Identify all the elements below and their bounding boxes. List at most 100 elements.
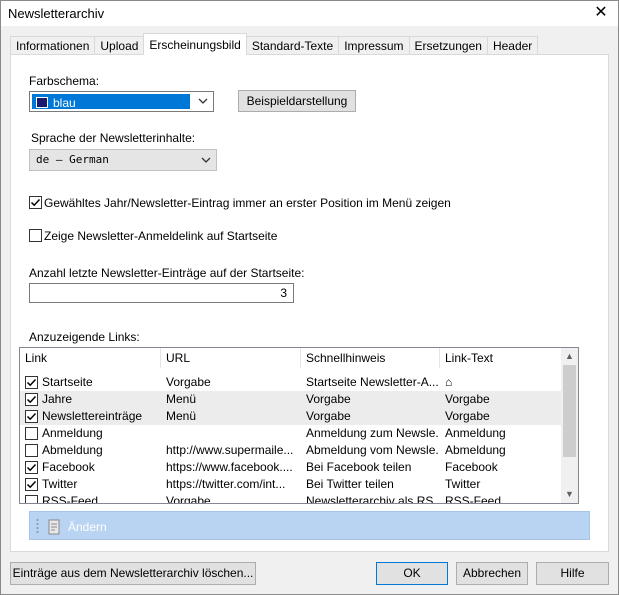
tab-bar: Informationen Upload Erscheinungsbild St… [10,33,539,55]
help-button[interactable]: Hilfe [536,562,609,585]
scrollbar-thumb[interactable] [563,365,576,457]
table-row[interactable]: Startseite Vorgabe Startseite Newsletter-A… [20,374,561,391]
cell-link: Abmeldung [42,443,103,457]
checkmark-icon [30,198,41,207]
beispieldarstellung-button[interactable]: Beispieldarstellung [238,90,356,112]
cell-hint: Bei Twitter teilen [306,477,394,491]
toolbar-grip[interactable] [36,518,39,535]
farbschema-label: Farbschema: [29,74,100,88]
signup-link-checkbox[interactable] [29,229,42,242]
cell-link-text: Abmeldung [445,443,506,457]
table-row[interactable]: Anmeldung Anmeldung zum Newsle... Anmeldun… [20,425,561,442]
signup-link-label: Zeige Newsletter-Anmeldelink auf Startse… [44,229,278,243]
cell-link-text: Facebook [445,460,498,474]
cell-url: Vorgabe [166,375,211,389]
anzahl-label: Anzahl letzte Newsletter-Einträge auf de… [29,266,305,280]
vertical-scrollbar[interactable]: ▲ ▼ [561,348,578,503]
cell-url: http://www.supermaile... [166,443,294,457]
links-list-header: Link URL Schnellhinweis Link-Text [20,348,561,368]
cell-hint: Anmeldung zum Newsle... [306,426,438,440]
cell-link: RSS-Feed [42,494,99,504]
row-checkbox[interactable] [25,376,38,389]
table-row[interactable]: Twitter https://twitter.com/int... Bei Twi… [20,476,561,493]
cancel-button[interactable]: Abbrechen [456,562,528,585]
tab-upload[interactable]: Upload [94,36,145,55]
cell-url: Menü [166,392,197,406]
cell-link: Facebook [42,460,95,474]
column-header-link-text[interactable]: Link-Text [440,348,561,368]
tab-erscheinungsbild[interactable]: Erscheinungsbild [143,33,247,55]
farbschema-selected-value: blau [32,94,190,110]
cell-link-text: Vorgabe [445,409,490,423]
chevron-down-icon [201,157,211,163]
cell-hint: Vorgabe [306,392,351,406]
scroll-up-icon[interactable]: ▲ [561,348,578,365]
delete-entries-button[interactable]: Einträge aus dem Newsletterarchiv lösche… [10,562,256,585]
scroll-down-icon[interactable]: ▼ [561,486,578,503]
color-swatch [36,97,48,108]
cell-link: Jahre [42,392,73,406]
title-bar: Newsletterarchiv ✕ [0,0,619,26]
checkmark-icon [26,480,37,489]
cell-link-text: Twitter [445,477,481,491]
checkmark-icon [26,395,37,404]
cell-hint: Bei Facebook teilen [306,460,412,474]
cell-url [166,425,298,442]
column-header-link[interactable]: Link [20,348,161,368]
table-row[interactable]: Newslettereinträge Menü Vorgabe Vorgabe [20,408,561,425]
links-list: Link URL Schnellhinweis Link-Text Starts… [19,347,579,504]
table-row[interactable]: Abmeldung http://www.supermaile... Abmeldu… [20,442,561,459]
column-header-url[interactable]: URL [161,348,301,368]
ok-button[interactable]: OK [376,562,448,585]
cell-url: Vorgabe [166,494,211,504]
sprache-label: Sprache der Newsletterinhalte: [31,131,196,145]
cell-hint: Startseite Newsletter-A... [306,375,438,389]
row-checkbox[interactable] [25,427,38,440]
cell-link-text: Vorgabe [445,392,490,406]
cell-hint: Abmeldung vom Newsle... [306,443,438,457]
farbschema-select[interactable]: blau [29,91,214,112]
document-edit-icon [48,519,60,535]
links-label: Anzuzeigende Links: [29,330,140,344]
checkmark-icon [26,463,37,472]
tab-standard-texte[interactable]: Standard-Texte [245,36,340,55]
sprache-select[interactable]: de – German [29,149,217,171]
first-position-checkbox[interactable] [29,196,42,209]
chevron-down-icon [198,98,208,104]
row-checkbox[interactable] [25,495,38,503]
tab-informationen[interactable]: Informationen [10,36,96,55]
aendern-button[interactable]: Ändern [68,520,107,534]
checkmark-icon [26,412,37,421]
row-checkbox[interactable] [25,478,38,491]
cell-link: Newslettereinträge [42,409,143,423]
anzahl-input[interactable]: 3 [29,283,294,303]
cell-link: Startseite [42,375,93,389]
close-icon[interactable]: ✕ [592,4,610,22]
cell-link-text: RSS-Feed [445,494,502,504]
row-checkbox[interactable] [25,444,38,457]
tab-ersetzungen[interactable]: Ersetzungen [408,36,488,55]
cell-link-text: Anmeldung [445,426,506,440]
farbschema-value-text: blau [53,96,76,110]
row-checkbox[interactable] [25,461,38,474]
cell-hint: Vorgabe [306,409,351,423]
edit-toolbar: Ändern [29,511,590,540]
tab-impressum[interactable]: Impressum [338,36,410,55]
cell-url: https://twitter.com/int... [166,477,286,491]
window-title: Newsletterarchiv [8,6,105,21]
cell-link-text: ⌂ [445,375,453,389]
column-header-hint[interactable]: Schnellhinweis [301,348,440,368]
tab-header[interactable]: Header [486,36,539,55]
table-row[interactable]: RSS-Feed Vorgabe Newsletterarchiv als RS..… [20,493,561,504]
table-row[interactable]: Facebook https://www.facebook.... Bei Face… [20,459,561,476]
first-position-label: Gewähltes Jahr/Newsletter-Eintrag immer … [44,196,451,210]
checkmark-icon [26,378,37,387]
cell-hint: Newsletterarchiv als RS... [306,494,438,504]
sprache-value: de – German [36,153,109,166]
cell-url: Menü [166,409,197,423]
row-checkbox[interactable] [25,410,38,423]
table-row[interactable]: Jahre Menü Vorgabe Vorgabe [20,391,561,408]
cell-link: Twitter [42,477,78,491]
row-checkbox[interactable] [25,393,38,406]
cell-url: https://www.facebook.... [166,460,293,474]
